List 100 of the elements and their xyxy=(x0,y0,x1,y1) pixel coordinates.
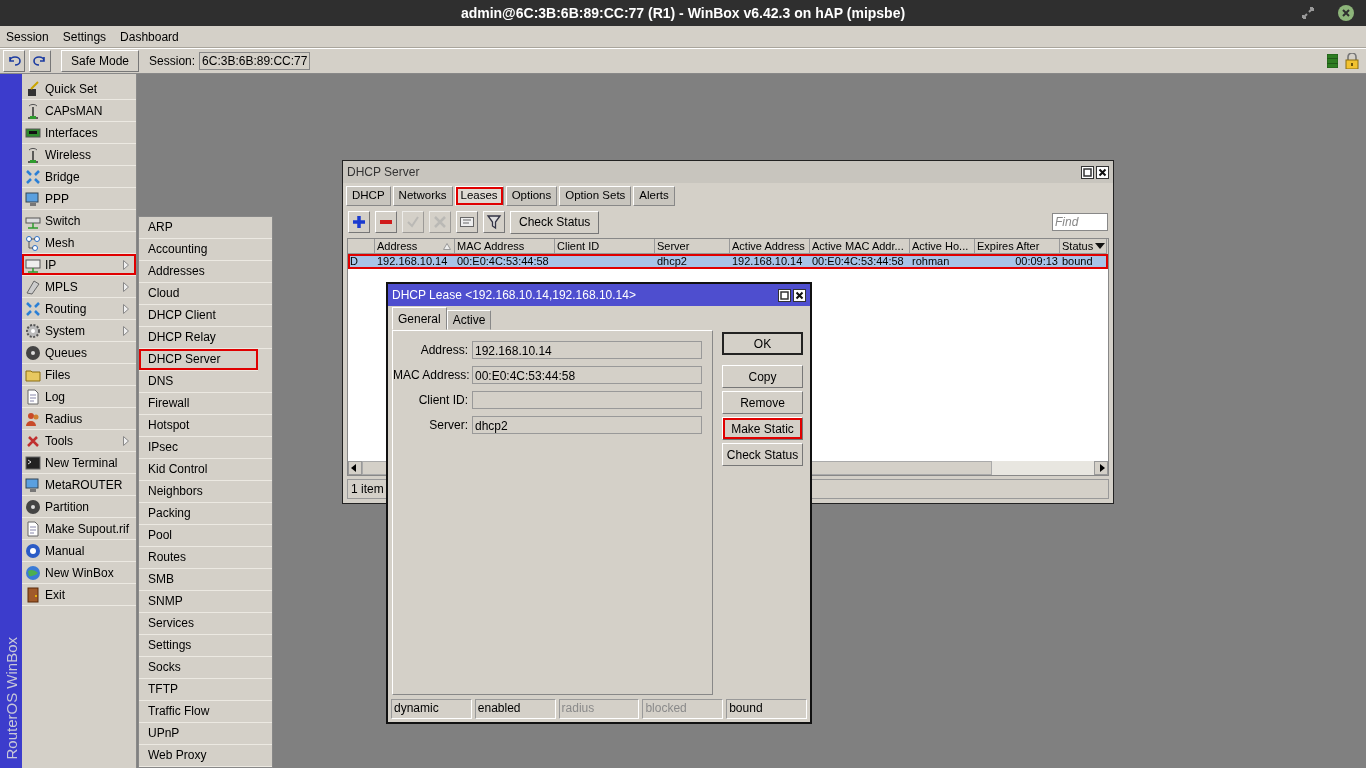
tab[interactable]: Networks xyxy=(392,186,453,206)
sidebar-item[interactable]: CAPsMAN xyxy=(22,100,136,122)
submenu-item[interactable]: Neighbors xyxy=(139,481,272,503)
redo-button[interactable] xyxy=(29,50,51,72)
redo-icon xyxy=(33,55,47,67)
submenu-item[interactable]: UPnP xyxy=(139,723,272,745)
sidebar-item[interactable]: Exit xyxy=(22,584,136,606)
sidebar-item[interactable]: Quick Set xyxy=(22,78,136,100)
sidebar-item[interactable]: Tools xyxy=(22,430,136,452)
submenu-item[interactable]: Services xyxy=(139,613,272,635)
scroll-left-icon[interactable] xyxy=(348,461,362,475)
submenu-item[interactable]: Socks xyxy=(139,657,272,679)
input-field[interactable] xyxy=(472,390,702,409)
session-label: Session: xyxy=(149,54,196,68)
check-icon xyxy=(405,214,421,230)
sidebar-item[interactable]: Mesh xyxy=(22,232,136,254)
comment-button[interactable] xyxy=(456,211,478,233)
sidebar-item[interactable]: Partition xyxy=(22,496,136,518)
submenu-item[interactable]: IPsec xyxy=(139,437,272,459)
sidebar-item[interactable]: Routing xyxy=(22,298,136,320)
submenu-item[interactable]: Kid Control xyxy=(139,459,272,481)
table-row[interactable]: D 192.168.10.14 00:E0:4C:53:44:58 dhcp2 192.168.10.14 00:E0:4C:53:44:58 rohman 00:09:13 bound xyxy=(348,254,1108,269)
dialog-button[interactable]: Copy xyxy=(722,365,803,388)
submenu-item[interactable]: DHCP Client xyxy=(139,305,272,327)
input-field[interactable]: 00:E0:4C:53:44:58 xyxy=(472,365,702,384)
sidebar-item[interactable]: New Terminal xyxy=(22,452,136,474)
submenu-item[interactable]: Accounting xyxy=(139,239,272,261)
dialog-button[interactable]: Remove xyxy=(722,391,803,414)
submenu-item[interactable]: Web Proxy xyxy=(139,745,272,767)
session-field[interactable]: 6C:3B:6B:89:CC:77 xyxy=(199,52,311,70)
sidebar-item[interactable]: Queues xyxy=(22,342,136,364)
submenu-item[interactable]: Settings xyxy=(139,635,272,657)
monitor-icon xyxy=(25,476,41,493)
status-cell: radius xyxy=(558,699,640,719)
sidebar-item[interactable]: MetaROUTER xyxy=(22,474,136,496)
submenu-item[interactable]: Routes xyxy=(139,547,272,569)
sidebar-item[interactable]: Switch xyxy=(22,210,136,232)
sidebar-item[interactable]: Manual xyxy=(22,540,136,562)
find-field[interactable]: Find xyxy=(1052,213,1108,231)
tab[interactable]: Options xyxy=(505,186,558,206)
submenu-item[interactable]: Packing xyxy=(139,503,272,525)
dialog-button[interactable]: OK xyxy=(722,332,803,355)
tab[interactable]: General xyxy=(392,307,447,330)
dropdown-icon[interactable] xyxy=(1095,243,1105,250)
sidebar-item[interactable]: System xyxy=(22,320,136,342)
submenu-item[interactable]: DHCP Server xyxy=(139,349,258,371)
maximize-icon[interactable] xyxy=(778,288,791,302)
submenu-item[interactable]: SMB xyxy=(139,569,272,591)
antenna-icon xyxy=(25,102,41,119)
sidebar-item[interactable]: New WinBox xyxy=(22,562,136,584)
sidebar-item[interactable]: IP xyxy=(22,254,136,276)
lock-icon xyxy=(1344,53,1360,69)
window-title: DHCP Lease <192.168.10.14,192.168.10.14> xyxy=(392,288,636,302)
submenu-item[interactable]: Traffic Flow xyxy=(139,701,272,723)
filter-button[interactable] xyxy=(483,211,505,233)
close-icon[interactable] xyxy=(793,288,806,302)
sidebar-item[interactable]: Bridge xyxy=(22,166,136,188)
sidebar-item[interactable]: Make Supout.rif xyxy=(22,518,136,540)
restore-icon[interactable] xyxy=(1302,7,1314,19)
input-field[interactable]: dhcp2 xyxy=(472,415,702,434)
submenu-item[interactable]: ARP xyxy=(139,217,272,239)
sidebar-item[interactable]: MPLS xyxy=(22,276,136,298)
scroll-right-icon[interactable] xyxy=(1094,461,1108,475)
submenu-item[interactable]: DHCP Relay xyxy=(139,327,272,349)
sidebar-item[interactable]: Wireless xyxy=(22,144,136,166)
menu-item[interactable]: Dashboard xyxy=(120,29,179,44)
dialog-button[interactable]: Check Status xyxy=(722,443,803,466)
submenu-item[interactable]: Hotspot xyxy=(139,415,272,437)
sidebar-item[interactable]: Files xyxy=(22,364,136,386)
safe-mode-button[interactable]: Safe Mode xyxy=(61,50,140,72)
tab[interactable]: DHCP xyxy=(346,186,391,206)
tab[interactable]: Active xyxy=(446,310,492,330)
sidebar-item[interactable]: Radius xyxy=(22,408,136,430)
submenu-item[interactable]: DNS xyxy=(139,371,272,393)
plus-icon xyxy=(351,214,367,230)
submenu-item[interactable]: Firewall xyxy=(139,393,272,415)
add-button[interactable] xyxy=(348,211,370,233)
submenu-item[interactable]: TFTP xyxy=(139,679,272,701)
sidebar-item[interactable]: PPP xyxy=(22,188,136,210)
table-cell-text: 192.168.10.14 xyxy=(731,254,804,269)
submenu-item[interactable]: Pool xyxy=(139,525,272,547)
sidebar-item[interactable]: Interfaces xyxy=(22,122,136,144)
remove-button[interactable] xyxy=(375,211,397,233)
check-status-button[interactable]: Check Status xyxy=(510,210,600,234)
submenu-item[interactable]: Cloud xyxy=(139,283,272,305)
input-field[interactable]: 192.168.10.14 xyxy=(472,340,702,359)
tab[interactable]: Option Sets xyxy=(559,186,632,206)
menu-item[interactable]: Session xyxy=(6,29,49,44)
close-icon[interactable] xyxy=(1338,5,1354,21)
page-icon xyxy=(25,520,41,537)
tab[interactable]: Alerts xyxy=(633,186,675,206)
submenu-item[interactable]: Addresses xyxy=(139,261,272,283)
menu-item[interactable]: Settings xyxy=(62,29,107,44)
submenu-item[interactable]: SNMP xyxy=(139,591,272,613)
monitor-icon xyxy=(25,190,41,207)
sidebar-item[interactable]: Log xyxy=(22,386,136,408)
window-title: DHCP Server xyxy=(347,165,420,179)
dialog-button[interactable]: Make Static xyxy=(722,417,803,440)
tab[interactable]: Leases xyxy=(454,186,504,206)
undo-button[interactable] xyxy=(3,50,25,72)
